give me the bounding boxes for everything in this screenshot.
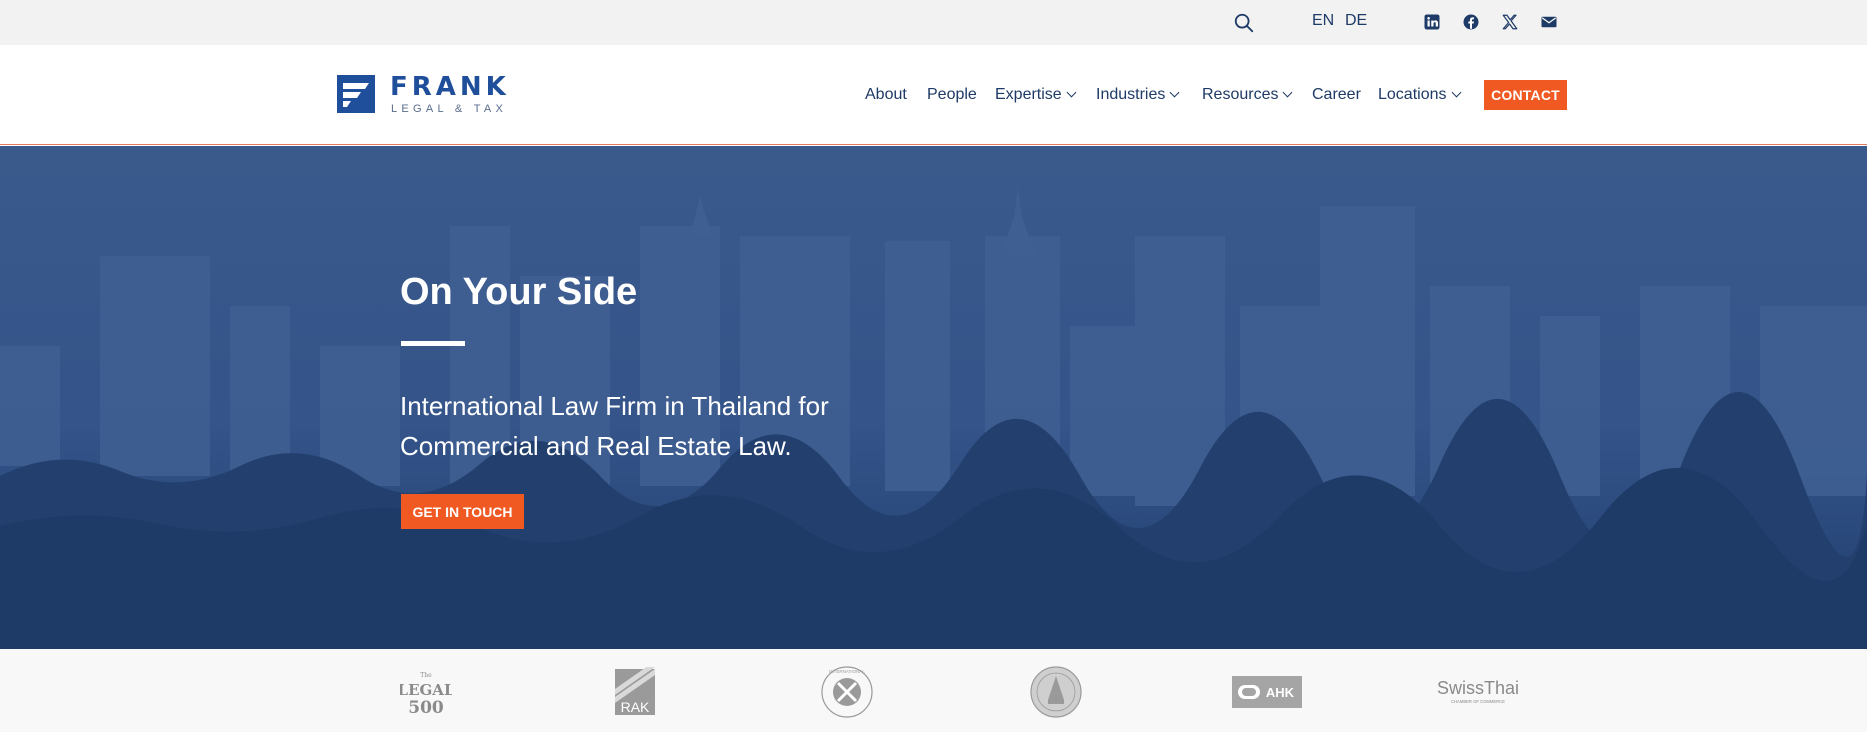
city-skyline-background <box>0 146 1867 649</box>
ahk-text: AHK <box>1266 685 1295 700</box>
search-icon[interactable] <box>1233 12 1255 34</box>
partner-logos-strip: The LEGAL 500 RAK INTERNATIONAL AHK Swis… <box>0 649 1867 732</box>
ahk-logo[interactable]: AHK <box>1232 667 1302 717</box>
nav-industries-label: Industries <box>1096 86 1166 103</box>
chevron-down-icon <box>1066 87 1077 98</box>
logo-name: FRANK <box>390 72 510 102</box>
hero-divider <box>401 341 465 346</box>
nav-expertise-label: Expertise <box>995 86 1062 103</box>
nav-people-label: People <box>927 86 977 103</box>
logo-tagline: LEGAL & TAX <box>391 103 508 115</box>
chevron-down-icon <box>1283 87 1293 98</box>
get-in-touch-button[interactable]: GET IN TOUCH <box>401 494 524 529</box>
legal500-logo[interactable]: The LEGAL 500 <box>400 667 452 717</box>
chevron-down-icon <box>1169 87 1180 98</box>
international-seal-icon: INTERNATIONAL <box>821 666 873 718</box>
thai-emblem-logo[interactable] <box>1030 666 1082 718</box>
chevron-down-icon <box>1451 87 1461 98</box>
nav-career-label: Career <box>1312 86 1361 103</box>
nav-locations[interactable]: Locations <box>1378 85 1461 105</box>
svg-text:LEGAL: LEGAL <box>400 681 452 699</box>
site-header: FRANK LEGAL & TAX About People Expertise… <box>0 45 1867 145</box>
hero-subtitle: International Law Firm in Thailand for C… <box>400 391 829 461</box>
legal500-mark-icon: The LEGAL 500 <box>400 672 452 717</box>
svg-text:500: 500 <box>408 698 444 717</box>
nav-career[interactable]: Career <box>1312 85 1361 105</box>
x-icon[interactable] <box>1501 13 1519 31</box>
nav-industries[interactable]: Industries <box>1096 85 1180 105</box>
ahk-mark-icon: AHK <box>1232 676 1302 708</box>
language-en-link[interactable]: EN <box>1312 12 1334 30</box>
swissthai-mark-icon: SwissThai CHAMBER OF COMMERCE <box>1438 678 1518 704</box>
frank-logo[interactable]: FRANK LEGAL & TAX <box>337 72 517 117</box>
legal500-small-text: The <box>420 672 432 679</box>
nav-about-label: About <box>865 86 907 103</box>
swissthai-logo[interactable]: SwissThai CHAMBER OF COMMERCE <box>1438 667 1518 717</box>
rak-logo[interactable]: RAK <box>614 667 656 717</box>
language-de-link[interactable]: DE <box>1345 12 1367 30</box>
rak-mark-icon: RAK <box>615 667 655 715</box>
top-utility-bar: EN DE <box>0 0 1867 45</box>
nav-about[interactable]: About <box>865 85 907 105</box>
nav-locations-label: Locations <box>1378 86 1447 103</box>
swissthai-small-text: CHAMBER OF COMMERCE <box>1451 699 1505 704</box>
swissthai-text: SwissThai <box>1438 678 1518 698</box>
rak-text: RAK <box>621 699 650 715</box>
frank-logo-mark-icon <box>337 75 375 113</box>
mail-icon[interactable] <box>1540 13 1558 31</box>
hero-banner: On Your Side International Law Firm in T… <box>0 146 1867 649</box>
nav-people[interactable]: People <box>927 85 977 105</box>
linkedin-icon[interactable] <box>1423 13 1441 31</box>
nav-resources-label: Resources <box>1202 86 1279 103</box>
international-association-logo[interactable]: INTERNATIONAL <box>820 666 874 718</box>
nav-expertise[interactable]: Expertise <box>995 85 1077 105</box>
hero-title: On Your Side <box>400 271 638 313</box>
emblem-seal-icon <box>1030 666 1082 718</box>
facebook-icon[interactable] <box>1462 13 1480 31</box>
international-seal-text: INTERNATIONAL <box>829 669 865 674</box>
contact-button[interactable]: CONTACT <box>1484 80 1567 110</box>
nav-resources[interactable]: Resources <box>1202 85 1293 105</box>
